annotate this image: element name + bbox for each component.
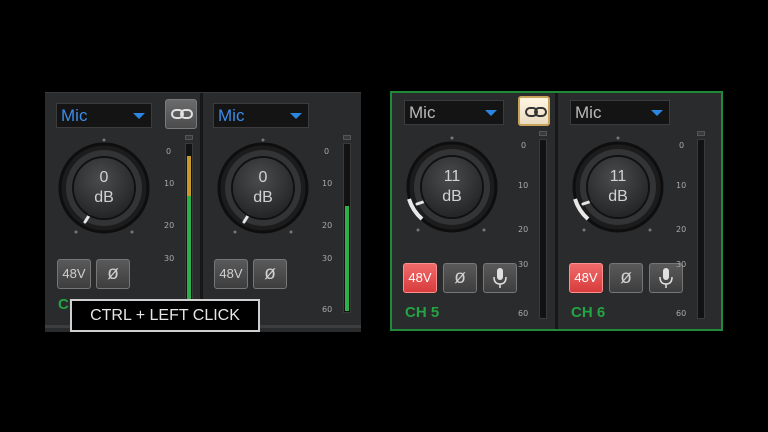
channel-strip: Mic 11 dB 48V ø	[558, 93, 721, 329]
phantom-power-label: 48V	[62, 266, 86, 281]
mic-monitor-button[interactable]	[483, 263, 517, 293]
input-select-value: Mic	[218, 106, 245, 125]
gain-knob-face	[588, 157, 648, 217]
gain-unit: dB	[442, 188, 462, 205]
input-select[interactable]: Mic	[56, 103, 152, 128]
meter-scale-tick: 10	[322, 179, 333, 188]
gain-unit: dB	[94, 189, 114, 206]
meter-scale-tick: 10	[518, 181, 529, 190]
meter-scale-tick: 10	[676, 181, 687, 190]
phase-invert-button[interactable]: ø	[253, 259, 287, 289]
channel-strip: Mic 11 dB 48V ø	[392, 93, 556, 329]
phantom-power-button[interactable]: 48V	[214, 259, 248, 289]
phantom-power-label: 48V	[408, 270, 432, 285]
chevron-down-icon	[133, 113, 145, 119]
gain-unit: dB	[608, 188, 628, 205]
phase-invert-button[interactable]: ø	[609, 263, 643, 293]
gain-knob-face	[233, 158, 293, 218]
meter-scale-tick: 20	[518, 225, 529, 234]
phase-invert-icon: ø	[620, 267, 632, 288]
phase-invert-button[interactable]: ø	[96, 259, 130, 289]
clip-indicator[interactable]	[539, 131, 547, 136]
phantom-power-button[interactable]: 48V	[569, 263, 603, 293]
gain-knob[interactable]: 11 dB	[400, 135, 504, 239]
meter-scale-tick: 10	[164, 179, 175, 188]
microphone-icon	[659, 268, 673, 288]
meter-scale-tick: 0	[521, 141, 527, 150]
input-select[interactable]: Mic	[213, 103, 309, 128]
meter-scale-tick: 20	[676, 225, 687, 234]
meter-scale-tick: 0	[166, 147, 172, 156]
gain-knob-face	[422, 157, 482, 217]
phase-invert-icon: ø	[264, 263, 276, 284]
link-icon	[525, 107, 547, 117]
microphone-icon	[493, 268, 507, 288]
gain-knob[interactable]: 11 dB	[566, 135, 670, 239]
tooltip: CTRL + LEFT CLICK	[70, 299, 260, 332]
gain-value: 0	[258, 169, 268, 186]
input-select[interactable]: Mic	[570, 100, 670, 125]
phantom-power-label: 48V	[574, 270, 598, 285]
stereo-link-button[interactable]	[518, 96, 550, 126]
meter-fill	[345, 206, 349, 311]
clip-indicator[interactable]	[185, 135, 193, 140]
clip-indicator[interactable]	[697, 131, 705, 136]
level-meter	[697, 139, 705, 319]
stereo-link-button[interactable]	[165, 99, 197, 129]
meter-scale-tick: 20	[322, 221, 333, 230]
input-select-value: Mic	[575, 103, 602, 122]
level-meter	[343, 143, 351, 313]
meter-scale-tick: 30	[322, 254, 333, 263]
phantom-power-button[interactable]: 48V	[57, 259, 91, 289]
meter-scale-tick: 20	[164, 221, 175, 230]
meter-scale-tick: 60	[518, 309, 529, 318]
meter-scale-tick: 0	[679, 141, 685, 150]
input-select-value: Mic	[409, 103, 436, 122]
level-meter	[185, 143, 193, 313]
meter-scale-tick: 60	[322, 305, 333, 314]
channel-label: CH 5	[405, 304, 440, 321]
channel-strip: Mic 0 dB 48V ø 0 10 20 30 60	[203, 93, 361, 332]
gain-value: 11	[609, 168, 627, 185]
meter-peak-fill	[187, 156, 191, 196]
meter-scale-tick: 0	[324, 147, 330, 156]
channel-group-right: Mic 11 dB 48V ø CH 5 0 10 20 30 60 Mic 1…	[390, 91, 723, 331]
gain-knob[interactable]: 0 dB	[52, 136, 156, 240]
phantom-power-label: 48V	[219, 266, 243, 281]
input-select-value: Mic	[61, 106, 88, 125]
gain-value: 11	[443, 168, 461, 185]
channel-label: CH 6	[571, 304, 606, 321]
chevron-down-icon	[485, 110, 497, 116]
phase-invert-icon: ø	[107, 263, 119, 284]
meter-fill	[187, 196, 191, 311]
meter-scale-tick: 60	[676, 309, 687, 318]
clip-indicator[interactable]	[343, 135, 351, 140]
level-meter	[539, 139, 547, 319]
chevron-down-icon	[290, 113, 302, 119]
input-select[interactable]: Mic	[404, 100, 504, 125]
phase-invert-icon: ø	[454, 267, 466, 288]
chevron-down-icon	[651, 110, 663, 116]
link-icon	[171, 109, 193, 119]
phantom-power-button[interactable]: 48V	[403, 263, 437, 293]
meter-scale-tick: 30	[676, 260, 687, 269]
phase-invert-button[interactable]: ø	[443, 263, 477, 293]
gain-knob[interactable]: 0 dB	[211, 136, 315, 240]
channel-group-left: Mic 0 dB 48V ø CH 0 10 20 30 6	[45, 92, 361, 332]
gain-value: 0	[99, 169, 109, 186]
meter-scale-tick: 30	[518, 260, 529, 269]
gain-unit: dB	[253, 189, 273, 206]
meter-scale-tick: 30	[164, 254, 175, 263]
gain-knob-face	[74, 158, 134, 218]
